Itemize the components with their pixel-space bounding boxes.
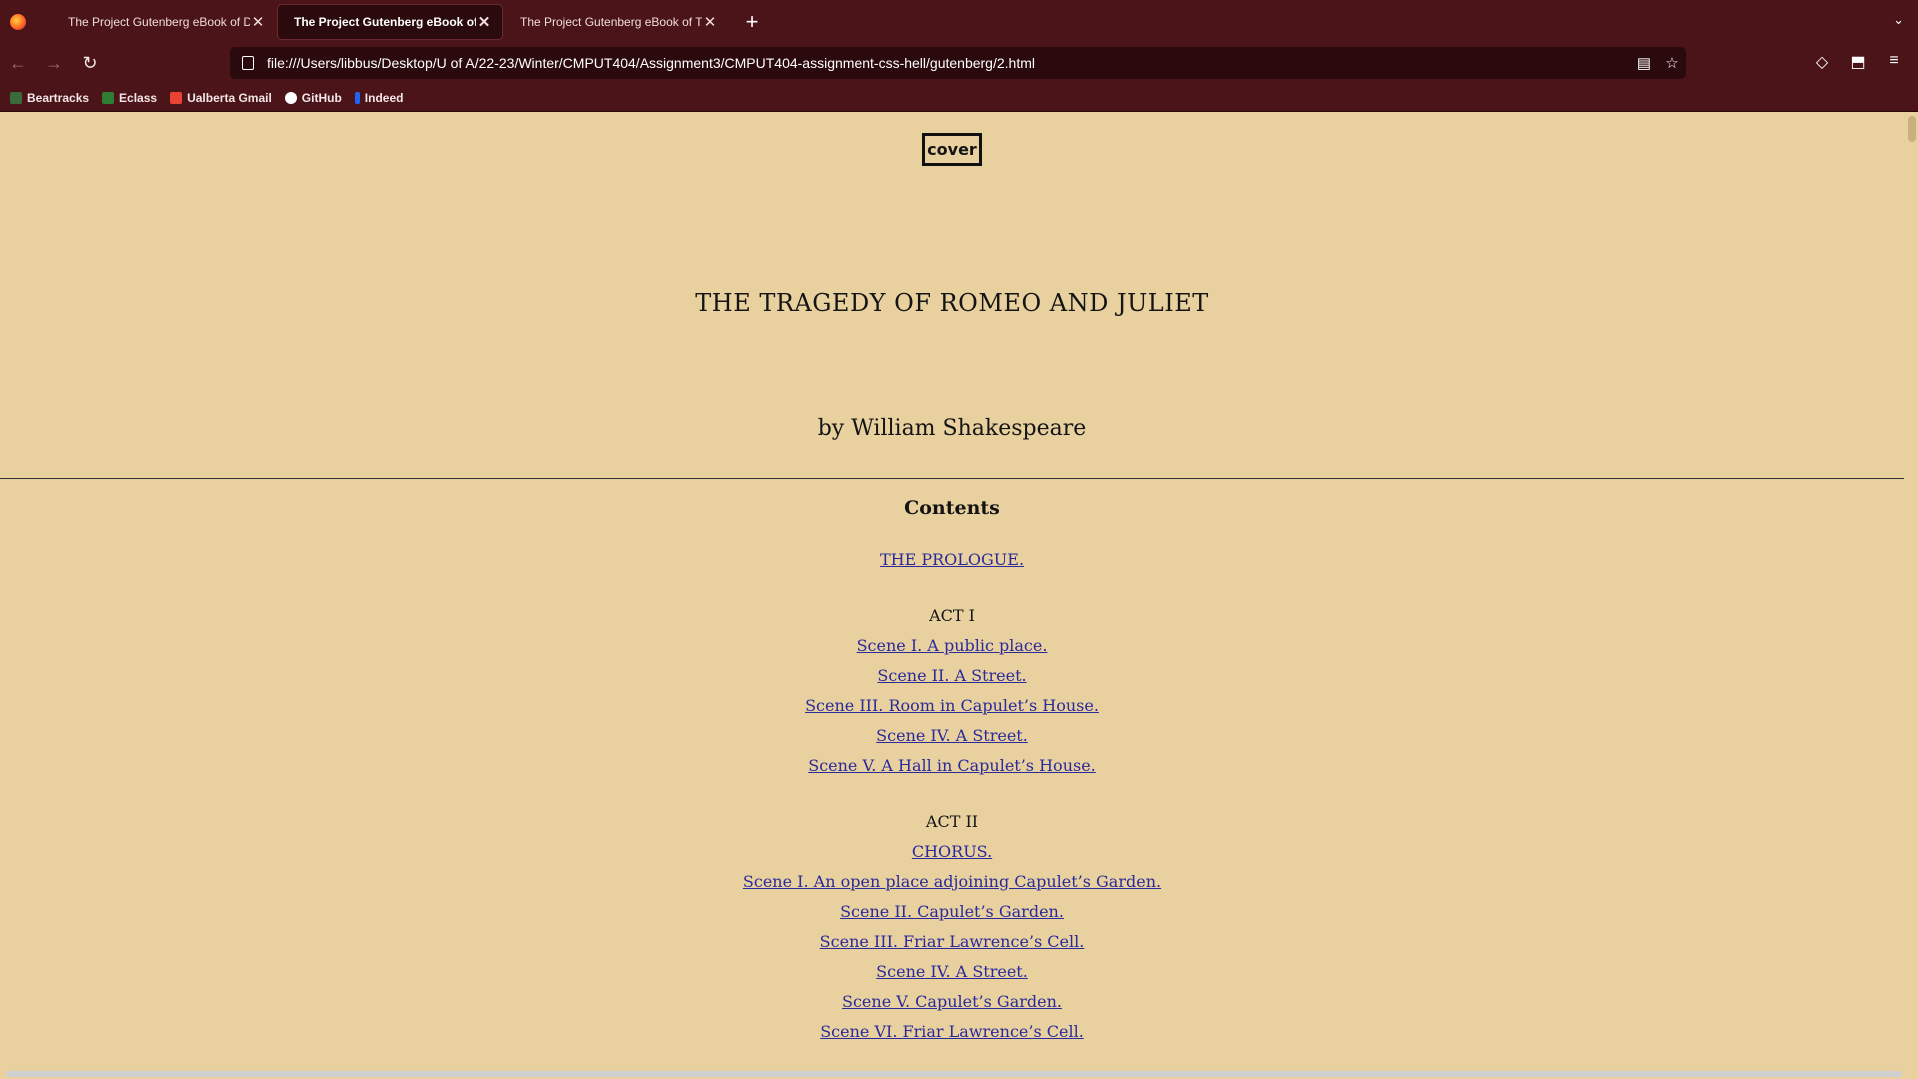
close-icon[interactable]: ✕ bbox=[250, 13, 266, 31]
act-heading: ACT I bbox=[929, 606, 975, 625]
tab-title: The Project Gutenberg eBook of Ro bbox=[294, 14, 476, 29]
horizontal-scrollbar[interactable] bbox=[6, 1071, 1902, 1077]
page-icon bbox=[242, 56, 254, 70]
horizontal-scrollbar-track bbox=[0, 1068, 1918, 1079]
book-author: by William Shakespeare bbox=[817, 416, 1087, 441]
github-icon bbox=[284, 91, 297, 104]
bookmark-ualberta-gmail[interactable]: Ualberta Gmail bbox=[170, 91, 272, 105]
vertical-scrollbar[interactable] bbox=[1908, 116, 1916, 142]
bookmark-github[interactable]: GitHub bbox=[284, 90, 342, 105]
divider bbox=[0, 478, 1904, 479]
bookmark-beartracks[interactable]: Beartracks bbox=[10, 91, 89, 105]
page-content: cover THE TRAGEDY OF ROMEO AND JULIET by… bbox=[0, 112, 1904, 1047]
url-text[interactable]: file:///Users/libbus/Desktop/U of A/22-2… bbox=[267, 55, 1630, 71]
menu-icon[interactable]: ≡ bbox=[1876, 52, 1912, 72]
toolbar-right: ◇ ⬒ ≡ bbox=[1804, 52, 1912, 72]
address-bar[interactable]: file:///Users/libbus/Desktop/U of A/22-2… bbox=[230, 47, 1686, 79]
bookmark-indeed[interactable]: Indeed bbox=[354, 90, 404, 105]
page-viewport: cover THE TRAGEDY OF ROMEO AND JULIET by… bbox=[0, 112, 1904, 1068]
toc-link-prologue[interactable]: THE PROLOGUE. bbox=[880, 550, 1024, 569]
reload-button[interactable]: ↻ bbox=[72, 53, 108, 74]
toc-link[interactable]: Scene II. Capulet’s Garden. bbox=[840, 902, 1064, 921]
tab-gutenberg-2[interactable]: The Project Gutenberg eBook of Ro ✕ bbox=[277, 3, 503, 40]
tab-gutenberg-3[interactable]: The Project Gutenberg eBook of The ✕ bbox=[504, 5, 728, 39]
toc-link[interactable]: Scene III. Friar Lawrence’s Cell. bbox=[820, 932, 1085, 951]
gmail-icon bbox=[170, 91, 183, 104]
eclass-icon bbox=[102, 91, 115, 104]
indeed-icon bbox=[354, 91, 360, 104]
tab-title: The Project Gutenberg eBook of The bbox=[520, 14, 702, 29]
bookmark-label: Indeed bbox=[364, 90, 404, 105]
close-icon[interactable]: ✕ bbox=[702, 13, 718, 31]
toc-link[interactable]: Scene IV. A Street. bbox=[876, 962, 1028, 981]
toc-link[interactable]: Scene II. A Street. bbox=[877, 666, 1026, 685]
navigation-bar: ← → ↻ file:///Users/libbus/Desktop/U of … bbox=[0, 43, 1918, 84]
book-title: THE TRAGEDY OF ROMEO AND JULIET bbox=[695, 289, 1209, 317]
firefox-logo-icon[interactable] bbox=[10, 13, 26, 30]
toc-link[interactable]: Scene III. Room in Capulet’s House. bbox=[805, 696, 1099, 715]
tab-bar: The Project Gutenberg eBook of Dra ✕ The… bbox=[0, 0, 1918, 43]
pocket-icon[interactable]: ◇ bbox=[1804, 52, 1840, 72]
toc-link[interactable]: Scene I. A public place. bbox=[857, 636, 1048, 655]
bookmark-label: GitHub bbox=[301, 90, 342, 105]
act-heading: ACT II bbox=[925, 812, 979, 831]
forward-button[interactable]: → bbox=[36, 53, 72, 74]
toc-link[interactable]: Scene V. Capulet’s Garden. bbox=[842, 992, 1062, 1011]
toc-link[interactable]: Scene VI. Friar Lawrence’s Cell. bbox=[820, 1022, 1084, 1041]
tab-gutenberg-1[interactable]: The Project Gutenberg eBook of Dra ✕ bbox=[52, 5, 276, 39]
bookmark-label: Eclass bbox=[119, 90, 158, 105]
table-of-contents: THE PROLOGUE. ACT I Scene I. A public pl… bbox=[0, 545, 1904, 1047]
bookmark-label: Ualberta Gmail bbox=[187, 90, 272, 105]
beartracks-icon bbox=[10, 91, 22, 104]
bookmark-label: Beartracks bbox=[27, 90, 90, 105]
close-icon[interactable]: ✕ bbox=[476, 13, 492, 31]
toc-link[interactable]: Scene I. An open place adjoining Capulet… bbox=[743, 872, 1161, 891]
tab-list-chevron-icon[interactable]: ⌄ bbox=[1893, 12, 1904, 28]
bookmark-eclass[interactable]: Eclass bbox=[102, 91, 157, 105]
back-button[interactable]: ← bbox=[0, 53, 36, 74]
toc-link[interactable]: Scene V. A Hall in Capulet’s House. bbox=[808, 756, 1096, 775]
bookmark-star-icon[interactable]: ☆ bbox=[1658, 54, 1686, 72]
contents-heading: Contents bbox=[904, 497, 1000, 519]
cover-image-alt: cover bbox=[922, 133, 982, 166]
new-tab-button[interactable]: + bbox=[738, 9, 766, 35]
bookmarks-bar: Beartracks Eclass Ualberta Gmail GitHub … bbox=[0, 84, 1918, 112]
toc-link[interactable]: Scene IV. A Street. bbox=[876, 726, 1028, 745]
extensions-icon[interactable]: ⬒ bbox=[1840, 52, 1876, 72]
toc-link[interactable]: CHORUS. bbox=[912, 842, 992, 861]
reader-view-icon[interactable]: ▤ bbox=[1630, 54, 1658, 72]
tab-title: The Project Gutenberg eBook of Dra bbox=[68, 14, 250, 29]
